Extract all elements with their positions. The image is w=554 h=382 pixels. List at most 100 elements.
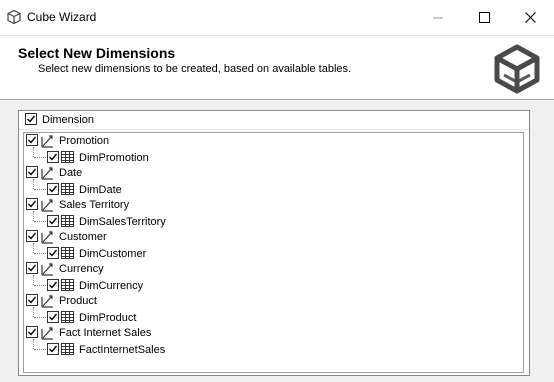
minimize-icon xyxy=(432,17,443,18)
check-icon xyxy=(28,136,37,144)
cube-icon xyxy=(7,9,21,25)
tree-item-table[interactable]: DimProduct xyxy=(24,307,514,325)
table-icon xyxy=(61,215,74,227)
dimension-tree-panel: Dimension Promotion DimPromotion Date DimDa… xyxy=(18,110,530,376)
check-icon xyxy=(28,264,37,272)
dimension-icon xyxy=(41,295,53,308)
tree-connector xyxy=(34,253,46,255)
tree-connector xyxy=(34,221,46,223)
select-all-checkbox[interactable] xyxy=(25,113,37,125)
dimension-checkbox[interactable] xyxy=(26,294,38,306)
title-bar: Cube Wizard xyxy=(0,0,554,36)
table-label: DimProduct xyxy=(79,312,137,324)
table-icon xyxy=(61,311,74,323)
tree-connector xyxy=(33,211,35,221)
wizard-header: Select New Dimensions Select new dimensi… xyxy=(0,36,554,100)
window-title: Cube Wizard xyxy=(27,10,97,24)
dimension-icon xyxy=(41,231,53,244)
tree-item-dimension[interactable]: Customer xyxy=(24,229,514,245)
close-button[interactable] xyxy=(507,0,553,34)
tree-connector xyxy=(33,147,35,157)
dimension-checkbox[interactable] xyxy=(26,262,38,274)
page-title: Select New Dimensions xyxy=(18,45,176,61)
dimension-label: Currency xyxy=(59,263,104,275)
check-icon xyxy=(28,296,37,304)
table-label: DimCustomer xyxy=(79,248,147,260)
tree-connector xyxy=(34,189,46,191)
tree-item-table[interactable]: FactInternetSales xyxy=(24,339,514,357)
tree-connector xyxy=(34,285,46,287)
dimension-tree: Promotion DimPromotion Date DimDate Sales Te… xyxy=(23,132,524,373)
tree-item-dimension[interactable]: Promotion xyxy=(24,133,514,149)
dimension-checkbox[interactable] xyxy=(26,198,38,210)
check-icon xyxy=(49,217,58,225)
check-icon xyxy=(49,249,58,257)
tree-item-dimension[interactable]: Currency xyxy=(24,261,514,277)
dimension-checkbox[interactable] xyxy=(26,134,38,146)
tree-connector xyxy=(33,275,35,285)
tree-connector xyxy=(33,243,35,253)
dimension-label: Date xyxy=(59,167,83,179)
check-icon xyxy=(49,281,58,289)
tree-item-table[interactable]: DimCurrency xyxy=(24,275,514,293)
dimension-checkbox[interactable] xyxy=(26,326,38,338)
maximize-button[interactable] xyxy=(461,0,507,34)
dimension-icon xyxy=(41,327,53,340)
check-icon xyxy=(27,115,36,123)
table-checkbox[interactable] xyxy=(47,215,59,227)
table-icon xyxy=(61,151,74,163)
table-icon xyxy=(61,247,74,259)
cube-logo-icon xyxy=(494,44,540,94)
tree-item-dimension[interactable]: Fact Internet Sales xyxy=(24,325,514,341)
table-checkbox[interactable] xyxy=(47,279,59,291)
table-label: DimSalesTerritory xyxy=(79,216,166,228)
maximize-icon xyxy=(478,11,490,23)
check-icon xyxy=(28,168,37,176)
table-label: DimCurrency xyxy=(79,280,144,292)
dimension-column-label: Dimension xyxy=(42,114,94,126)
table-checkbox[interactable] xyxy=(47,311,59,323)
check-icon xyxy=(49,185,58,193)
tree-connector xyxy=(34,157,46,159)
tree-connector xyxy=(34,317,46,319)
minimize-button[interactable] xyxy=(415,0,461,34)
check-icon xyxy=(28,200,37,208)
table-checkbox[interactable] xyxy=(47,343,59,355)
check-icon xyxy=(49,313,58,321)
table-icon xyxy=(61,279,74,291)
tree-item-table[interactable]: DimCustomer xyxy=(24,243,514,261)
table-label: FactInternetSales xyxy=(79,344,166,356)
dimension-icon xyxy=(41,199,53,212)
check-icon xyxy=(28,328,37,336)
tree-connector xyxy=(33,179,35,189)
dimension-icon xyxy=(41,135,53,148)
check-icon xyxy=(49,153,58,161)
table-checkbox[interactable] xyxy=(47,151,59,163)
close-icon xyxy=(524,11,536,23)
check-icon xyxy=(49,345,58,353)
dimension-icon xyxy=(41,263,53,276)
table-label: DimPromotion xyxy=(79,152,149,164)
tree-item-dimension[interactable]: Date xyxy=(24,165,514,181)
table-icon xyxy=(61,343,74,355)
page-subtitle: Select new dimensions to be created, bas… xyxy=(38,63,352,75)
check-icon xyxy=(28,232,37,240)
tree-item-table[interactable]: DimDate xyxy=(24,179,514,197)
tree-item-dimension[interactable]: Sales Territory xyxy=(24,197,514,213)
table-checkbox[interactable] xyxy=(47,183,59,195)
tree-item-dimension[interactable]: Product xyxy=(24,293,514,309)
tree-item-table[interactable]: DimSalesTerritory xyxy=(24,211,514,229)
dimension-checkbox[interactable] xyxy=(26,166,38,178)
table-label: DimDate xyxy=(79,184,122,196)
tree-connector xyxy=(34,349,46,351)
dimension-label: Fact Internet Sales xyxy=(59,327,152,339)
tree-connector xyxy=(33,339,35,349)
tree-item-table[interactable]: DimPromotion xyxy=(24,147,514,165)
dimension-checkbox[interactable] xyxy=(26,230,38,242)
table-checkbox[interactable] xyxy=(47,247,59,259)
dimension-label: Sales Territory xyxy=(59,199,130,211)
dimension-icon xyxy=(41,167,53,180)
dimension-label: Promotion xyxy=(59,135,110,147)
dimension-label: Customer xyxy=(59,231,107,243)
tree-column-header: Dimension xyxy=(19,111,529,130)
